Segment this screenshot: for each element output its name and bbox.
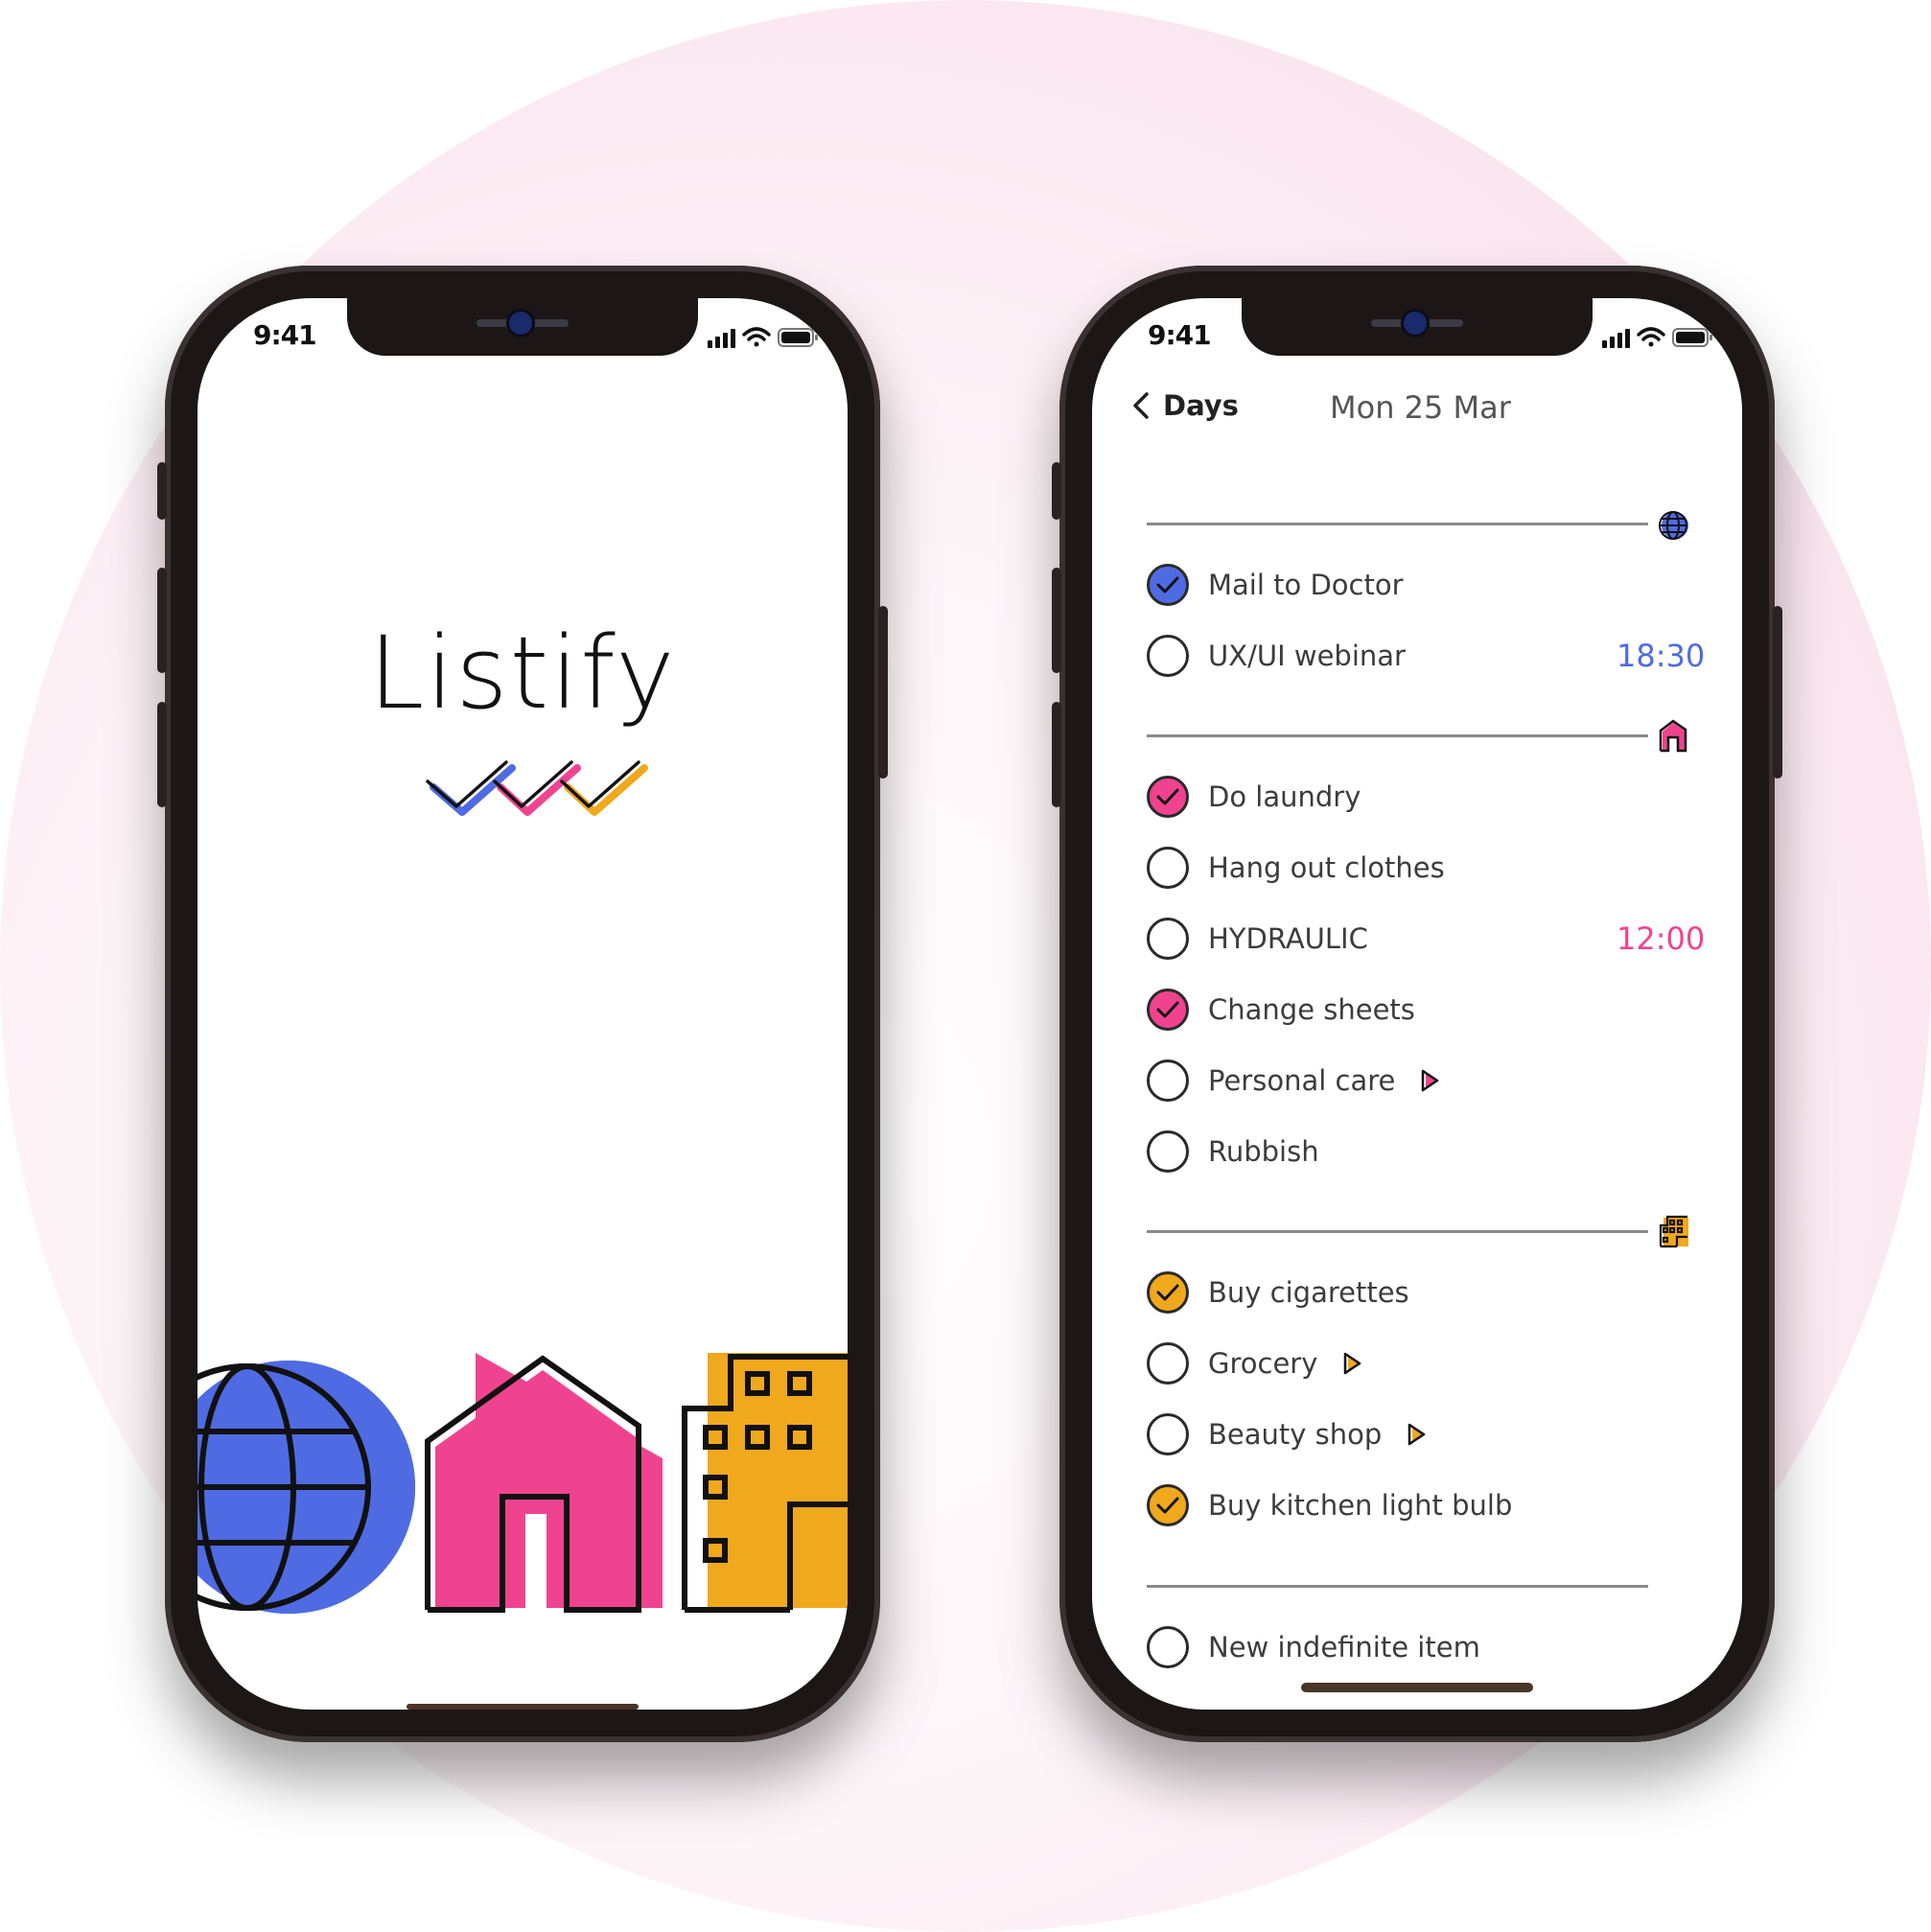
notch: [347, 298, 698, 356]
notch: [1242, 298, 1593, 356]
play-arrow-icon: [1344, 1352, 1362, 1375]
item-label: Grocery: [1208, 1347, 1318, 1380]
status-time: 9:41: [253, 319, 317, 351]
list-item[interactable]: Beauty shop: [1147, 1411, 1428, 1457]
volume-up-button: [1052, 568, 1061, 673]
list-item[interactable]: Grocery: [1147, 1340, 1363, 1386]
list-item[interactable]: Hang out clothes: [1147, 845, 1445, 891]
item-label: HYDRAULIC: [1208, 922, 1368, 955]
status-icons: [708, 323, 823, 352]
house-icon: [1659, 719, 1687, 753]
list-item[interactable]: Do laundry: [1147, 774, 1361, 820]
item-label: Personal care: [1208, 1064, 1396, 1097]
battery-icon: [1672, 328, 1712, 347]
volume-down-button: [1052, 702, 1061, 807]
list-item[interactable]: HYDRAULIC 12:00: [1147, 916, 1705, 962]
checkbox[interactable]: [1147, 1413, 1189, 1455]
front-camera: [509, 312, 532, 335]
wifi-icon: [1637, 327, 1665, 347]
list-item[interactable]: Mail to Doctor: [1147, 562, 1404, 608]
checkbox[interactable]: [1147, 918, 1189, 960]
checkmark-icon: [1156, 1497, 1179, 1514]
house-icon: [424, 1353, 663, 1613]
section-divider: [1147, 734, 1648, 737]
splash-screen: 9:41 Listify: [198, 298, 848, 1710]
item-label: Rubbish: [1208, 1135, 1319, 1168]
volume-down-button: [157, 702, 167, 807]
list-item[interactable]: UX/UI webinar 18:30: [1147, 633, 1705, 679]
checkbox-checked[interactable]: [1147, 1271, 1189, 1314]
checkbox[interactable]: [1147, 635, 1189, 677]
chevron-left-icon: [1133, 392, 1149, 419]
checkbox[interactable]: [1147, 1626, 1189, 1668]
checkbox-checked[interactable]: [1147, 776, 1189, 818]
checkbox-checked[interactable]: [1147, 989, 1189, 1031]
item-time: 18:30: [1617, 638, 1706, 674]
phone-list: 9:41 Days Mon 25 Mar Mail to Doctor UX/U…: [1052, 266, 1782, 1742]
list-item[interactable]: Change sheets: [1147, 987, 1415, 1033]
checkmark-icon: [1156, 788, 1179, 805]
logo-checkmarks-icon: [426, 760, 648, 816]
item-label: Change sheets: [1208, 993, 1415, 1026]
item-label: Buy cigarettes: [1208, 1276, 1409, 1309]
item-time: 12:00: [1617, 920, 1706, 957]
wifi-icon: [742, 327, 771, 347]
new-item-row[interactable]: New indefinite item: [1147, 1624, 1480, 1670]
item-label: Buy kitchen light bulb: [1208, 1489, 1513, 1522]
app-title: Listify: [368, 615, 677, 732]
signal-icon: [1602, 329, 1630, 348]
checkbox[interactable]: [1147, 1059, 1189, 1102]
checkmark-icon: [1156, 576, 1179, 594]
mute-switch: [157, 462, 167, 520]
item-label: Mail to Doctor: [1208, 569, 1404, 601]
list-screen: 9:41 Days Mon 25 Mar Mail to Doctor UX/U…: [1092, 298, 1742, 1710]
mute-switch: [1052, 462, 1061, 520]
checkbox[interactable]: [1147, 847, 1189, 889]
building-icon: [682, 1353, 848, 1613]
new-item-label[interactable]: New indefinite item: [1208, 1631, 1480, 1664]
status-time: 9:41: [1148, 319, 1212, 351]
home-indicator[interactable]: [1301, 1683, 1533, 1692]
expand-arrow[interactable]: [1342, 1351, 1363, 1376]
checkmark-icon: [1156, 1284, 1179, 1301]
power-button: [878, 606, 888, 779]
expand-arrow[interactable]: [1407, 1422, 1428, 1447]
battery-icon: [778, 328, 818, 347]
play-arrow-icon: [1422, 1069, 1440, 1092]
status-icons: [1602, 323, 1717, 352]
phone-splash: 9:41 Listify: [157, 266, 888, 1742]
globe-icon: [1659, 511, 1688, 540]
building-icon: [1659, 1215, 1688, 1248]
section-divider: [1147, 523, 1648, 525]
list-item[interactable]: Rubbish: [1147, 1129, 1319, 1175]
globe-icon: [198, 1361, 415, 1614]
home-indicator[interactable]: [407, 1704, 639, 1710]
list-item[interactable]: Personal care: [1147, 1058, 1441, 1104]
list-item[interactable]: Buy cigarettes: [1147, 1269, 1409, 1315]
page-title: Mon 25 Mar: [1330, 389, 1511, 426]
volume-up-button: [157, 568, 167, 673]
house-and-building-icons: [198, 1353, 848, 1614]
item-label: Hang out clothes: [1208, 851, 1445, 884]
back-button[interactable]: Days: [1132, 389, 1239, 422]
section-divider: [1147, 1230, 1648, 1233]
signal-icon: [708, 329, 735, 348]
checkbox[interactable]: [1147, 1130, 1189, 1173]
checkmark-icon: [1156, 1001, 1179, 1018]
expand-arrow[interactable]: [1420, 1068, 1441, 1093]
item-label: UX/UI webinar: [1208, 640, 1406, 672]
back-label: Days: [1163, 389, 1239, 422]
checkbox-checked[interactable]: [1147, 1484, 1189, 1526]
power-button: [1773, 606, 1782, 779]
list-item[interactable]: Buy kitchen light bulb: [1147, 1482, 1512, 1528]
play-arrow-icon: [1408, 1423, 1427, 1446]
checkbox[interactable]: [1147, 1342, 1189, 1385]
item-label: Do laundry: [1208, 780, 1361, 813]
checkbox-checked[interactable]: [1147, 564, 1189, 606]
item-label: Beauty shop: [1208, 1418, 1383, 1451]
front-camera: [1404, 312, 1427, 335]
section-divider: [1147, 1585, 1648, 1588]
